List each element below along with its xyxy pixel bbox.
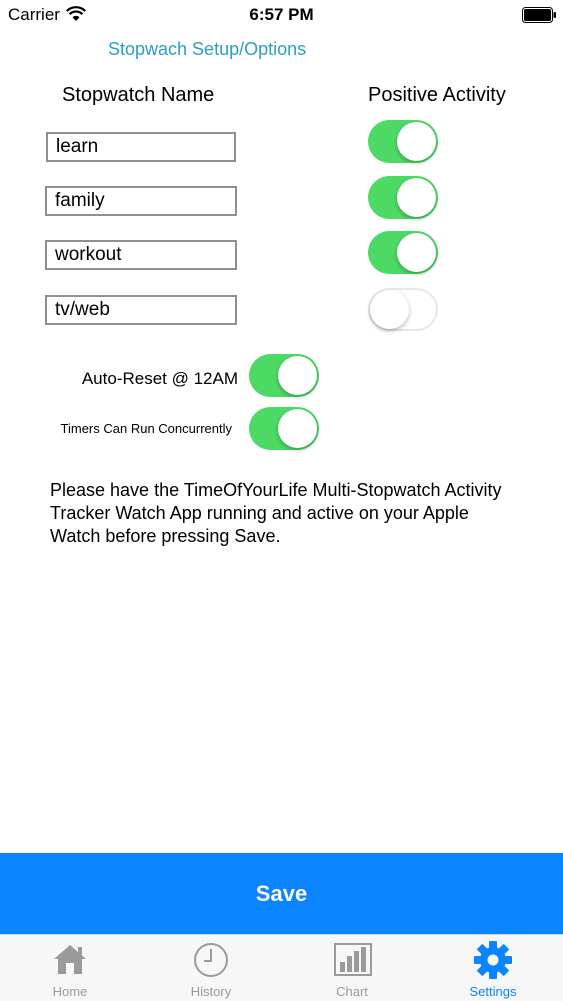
tab-bar: Home History Chart Settings — [0, 934, 563, 1001]
positive-toggle-1[interactable] — [368, 120, 438, 163]
toggle-knob — [370, 290, 409, 329]
battery-icon — [522, 7, 556, 23]
stopwatch-name-field-4[interactable] — [45, 295, 237, 325]
status-time: 6:57 PM — [249, 5, 314, 24]
concurrent-timers-toggle[interactable] — [249, 407, 319, 450]
auto-reset-toggle[interactable] — [249, 354, 319, 397]
toggle-knob — [278, 356, 317, 395]
tab-home-label: Home — [52, 984, 88, 999]
tab-history-label: History — [190, 984, 232, 999]
toggle-knob — [397, 233, 436, 272]
home-icon — [54, 945, 86, 974]
toggle-knob — [397, 122, 436, 161]
positive-toggle-3[interactable] — [368, 231, 438, 274]
stopwatch-name-field-3[interactable] — [45, 240, 237, 270]
stopwatch-name-field-1[interactable] — [46, 132, 236, 162]
concurrent-timers-label: Timers Can Run Concurrently — [60, 421, 232, 436]
page-title: Stopwach Setup/Options — [108, 39, 307, 59]
tab-history[interactable]: History — [161, 935, 261, 1001]
positive-toggle-4[interactable] — [368, 288, 438, 331]
tab-settings-label: Settings — [469, 984, 517, 999]
save-button[interactable]: Save — [0, 853, 563, 934]
clock-icon — [194, 943, 228, 977]
tab-chart-label: Chart — [336, 984, 368, 999]
positive-activity-header: Positive Activity — [368, 84, 506, 106]
positive-toggle-2[interactable] — [368, 176, 438, 219]
toggle-knob — [397, 178, 436, 217]
stopwatch-name-field-2[interactable] — [45, 186, 237, 216]
tab-chart[interactable]: Chart — [302, 935, 402, 1001]
toggle-knob — [278, 409, 317, 448]
auto-reset-label: Auto-Reset @ 12AM — [81, 369, 238, 388]
bar-chart-icon — [334, 943, 372, 976]
tab-settings[interactable]: Settings — [443, 935, 543, 1001]
stopwatch-name-header: Stopwatch Name — [62, 84, 215, 106]
gear-icon — [474, 941, 512, 979]
tab-home[interactable]: Home — [20, 935, 120, 1001]
instructions-text: Please have the TimeOfYourLife Multi-Sto… — [50, 480, 502, 546]
